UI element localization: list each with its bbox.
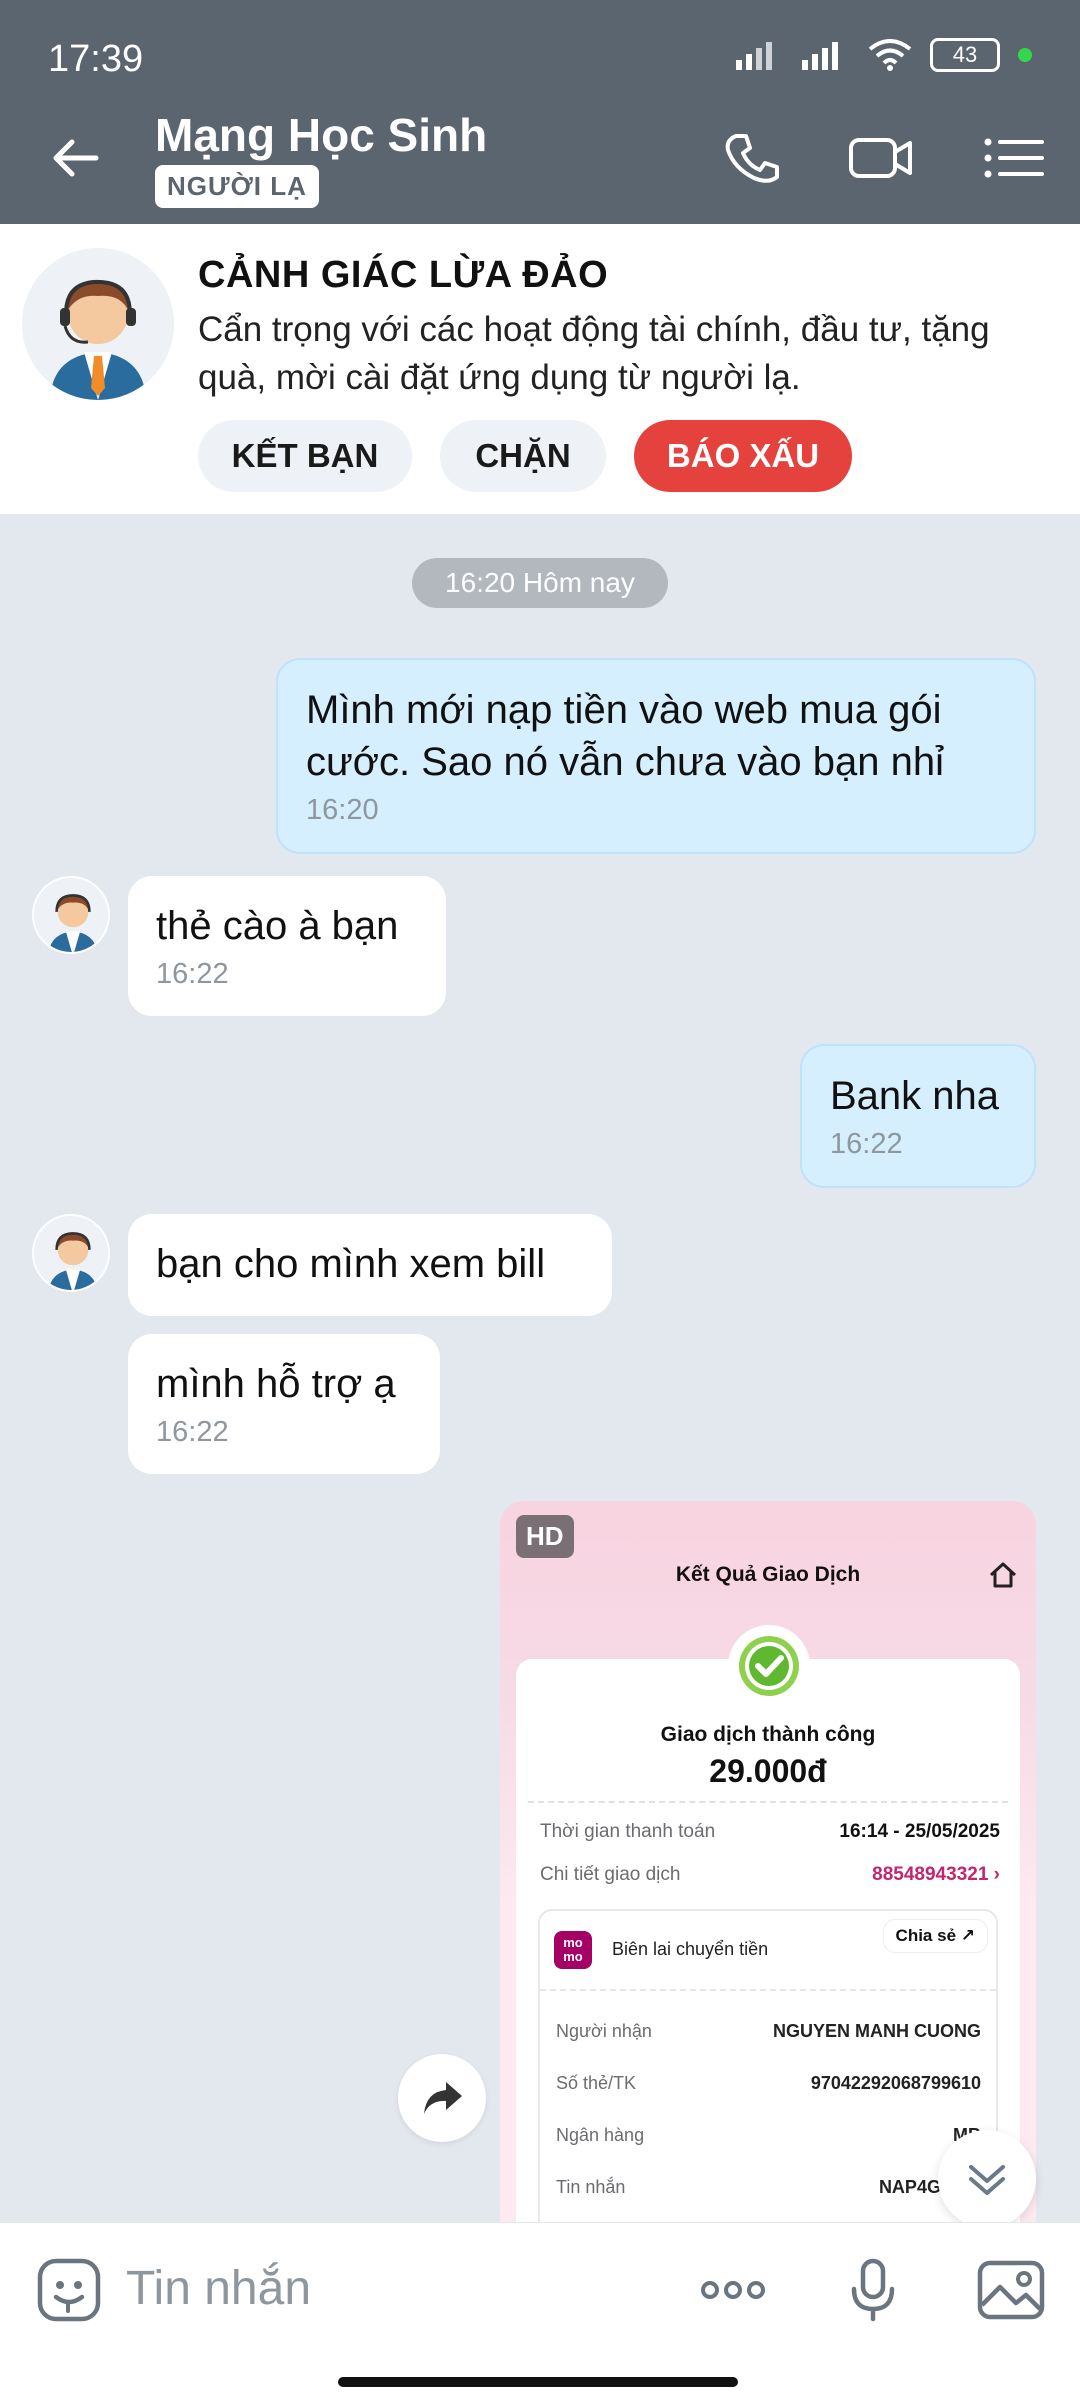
status-icons: 43 [736,38,1032,72]
warning-text: Cẩn trọng với các hoạt động tài chính, đ… [198,310,990,397]
transfer-receipt-card: mo mo Biên lai chuyển tiền Chia sẻ ↗ Ngư… [538,1909,998,2222]
sticker-icon[interactable] [34,2255,104,2325]
message-time: 16:20 [306,794,379,826]
divider [528,1801,1008,1803]
message-text: bạn cho mình xem bill [156,1242,546,1286]
chat-header: Mạng Học Sinh NGƯỜI LẠ [0,92,1080,224]
scam-warning-card: CẢNH GIÁC LỪA ĐẢO Cẩn trọng với các hoạt… [0,224,1080,514]
image-gallery-icon[interactable] [976,2255,1046,2325]
signal-icon-2 [802,42,838,70]
receipt-row: Số thẻ/TK 97042292068799610 [556,2073,981,2094]
battery-icon: 43 [930,38,1000,72]
message-time: 16:22 [830,1128,903,1160]
share-button: Chia sẻ ↗ [882,1919,988,1953]
status-time: 17:39 [48,38,144,80]
stranger-badge: NGƯỜI LẠ [155,165,319,208]
message-incoming[interactable]: mình hỗ trợ ạ 16:22 [128,1334,440,1474]
message-input-bar: Tin nhắn [0,2222,1080,2400]
row-label: Tin nhắn [556,2177,626,2197]
receipt-row: Ngân hàng MB [556,2125,981,2146]
support-agent-avatar [22,248,174,400]
pay-time-label: Thời gian thanh toán [540,1821,716,1842]
message-incoming[interactable]: thẻ cào à bạn 16:22 [128,876,446,1016]
receipt-label: Biên lai chuyển tiền [612,1939,769,1959]
status-bar: 17:39 43 [0,0,1080,92]
receipt-title: Kết Quả Giao Dịch [675,1563,861,1586]
transaction-status: Giao dịch thành công [660,1723,876,1746]
back-arrow-icon[interactable] [46,128,106,188]
divider [540,1989,996,1991]
message-incoming[interactable]: bạn cho mình xem bill [128,1214,612,1316]
signal-icon [736,42,772,70]
message-time: 16:22 [156,958,229,990]
menu-icon[interactable] [980,128,1050,188]
row-label: Ngân hàng [556,2125,645,2145]
chat-area[interactable]: 16:20 Hôm nay Mình mới nạp tiền vào web … [0,514,1080,2222]
message-outgoing[interactable]: Bank nha 16:22 [800,1044,1036,1188]
block-button[interactable]: CHẶN [440,420,606,492]
hd-badge: HD [516,1515,574,1558]
message-text: Mình mới nạp tiền vào web mua gói cước. … [306,688,944,784]
report-button[interactable]: BÁO XẤU [634,420,852,492]
date-separator: 16:20 Hôm nay [412,558,668,608]
add-friend-button[interactable]: KẾT BẠN [198,420,412,492]
contact-avatar[interactable] [32,1214,110,1292]
phone-icon[interactable] [718,128,788,188]
video-call-icon[interactable] [846,128,916,188]
scroll-to-bottom-button[interactable] [938,2130,1036,2222]
detail-row: Chi tiết giao dịch 88548943321 › [540,1864,1000,1886]
momo-logo: mo mo [554,1931,592,1969]
row-value: NGUYEN MANH CUONG [772,2021,981,2041]
home-indicator [338,2377,738,2387]
detail-value: 88548943321 › [872,1864,1000,1885]
active-dot [1018,48,1032,62]
message-outgoing[interactable]: Mình mới nạp tiền vào web mua gói cước. … [276,658,1036,854]
message-text: mình hỗ trợ ạ [156,1362,396,1406]
message-text: thẻ cào à bạn [156,904,399,948]
row-value: 97042292068799610 [810,2073,981,2093]
row-label: Người nhận [556,2021,652,2041]
home-icon [989,1562,1017,1588]
microphone-icon[interactable] [838,2255,908,2325]
success-check-icon [728,1625,810,1707]
contact-avatar[interactable] [32,876,110,954]
pay-time-row: Thời gian thanh toán 16:14 - 25/05/2025 [540,1821,1000,1843]
pay-time-value: 16:14 - 25/05/2025 [839,1821,1000,1842]
receipt-row: Người nhận NGUYEN MANH CUONG [556,2021,981,2042]
transaction-amount: 29.000đ [709,1753,827,1789]
more-icon[interactable] [698,2255,768,2325]
message-input[interactable]: Tin nhắn [126,2261,311,2316]
message-text: Bank nha [830,1074,1000,1118]
share-label: Chia sẻ [895,1926,957,1945]
forward-icon [424,2082,462,2114]
forward-button[interactable] [398,2054,486,2142]
image-message[interactable]: HD Kết Quả Giao Dịch Giao dịch thành côn… [500,1501,1036,2222]
double-chevron-down-icon [969,2165,1005,2195]
message-time: 16:22 [156,1416,229,1448]
detail-label: Chi tiết giao dịch [540,1864,681,1885]
receipt-row: Tin nhắn NAP4G5357 [556,2177,981,2198]
row-label: Số thẻ/TK [556,2073,637,2093]
contact-name[interactable]: Mạng Học Sinh [155,108,487,162]
wifi-icon [868,39,912,71]
warning-title: CẢNH GIÁC LỪA ĐẢO [198,254,609,296]
